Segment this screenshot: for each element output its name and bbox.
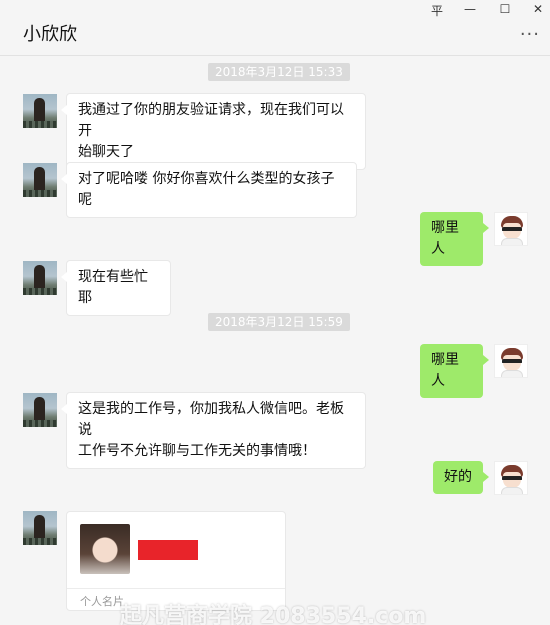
- my-avatar[interactable]: [494, 344, 528, 378]
- my-avatar[interactable]: [494, 212, 528, 246]
- avatar-glasses: [502, 476, 522, 481]
- message-bubble[interactable]: 哪里人: [420, 344, 489, 398]
- message-line: 好的: [444, 469, 472, 485]
- message-bubble[interactable]: 这是我的工作号，你加我私人微信吧。老板说 工作号不允许聊与工作无关的事情哦！: [61, 392, 366, 469]
- message-line: 现在有些忙耶: [78, 269, 148, 306]
- card-divider: [67, 588, 285, 589]
- timestamp: 2018年3月12日 15:59: [208, 313, 350, 331]
- message-line: 工作号不允许聊与工作无关的事情哦！: [78, 443, 316, 459]
- contact-avatar[interactable]: [23, 393, 57, 427]
- my-avatar[interactable]: [494, 461, 528, 495]
- redacted-name: [138, 540, 198, 560]
- maximize-icon[interactable]: ☐: [495, 2, 515, 16]
- contact-avatar[interactable]: [23, 94, 57, 128]
- message-line: 这是我的工作号，你加我私人微信吧。老板说: [78, 401, 344, 438]
- avatar-body: [501, 487, 523, 494]
- message-line: 始聊天了: [78, 144, 134, 160]
- contact-card[interactable]: 个人名片: [66, 511, 286, 611]
- more-options-icon[interactable]: ···: [520, 24, 540, 45]
- watermark: 起凡营商学院 2083554.com: [120, 604, 427, 625]
- chat-title: 小欣欣: [23, 24, 77, 45]
- contact-avatar[interactable]: [23, 511, 57, 545]
- message-line: 对了呢哈喽 你好你喜欢什么类型的女孩子呢: [78, 171, 335, 208]
- avatar-glasses: [502, 227, 522, 232]
- avatar-body: [501, 370, 523, 377]
- message-line: 哪里人: [431, 352, 459, 389]
- contact-avatar[interactable]: [23, 163, 57, 197]
- message-bubble[interactable]: 现在有些忙耶: [61, 260, 171, 316]
- title-bar: 小欣欣 平 — ☐ ✕ ···: [0, 0, 550, 56]
- message-bubble[interactable]: 对了呢哈喽 你好你喜欢什么类型的女孩子呢: [61, 162, 357, 218]
- message-line: 哪里人: [431, 220, 459, 257]
- avatar-glasses: [502, 359, 522, 364]
- close-icon[interactable]: ✕: [528, 2, 548, 16]
- minimize-icon[interactable]: —: [460, 2, 480, 16]
- message-bubble[interactable]: 哪里人: [420, 212, 489, 266]
- pin-icon[interactable]: 平: [427, 2, 447, 19]
- chat-area[interactable]: 2018年3月12日 15:33 我通过了你的朋友验证请求，现在我们可以开 始聊…: [0, 57, 550, 625]
- message-bubble[interactable]: 好的: [433, 461, 489, 494]
- timestamp: 2018年3月12日 15:33: [208, 63, 350, 81]
- card-photo: [80, 524, 130, 574]
- avatar-body: [501, 238, 523, 245]
- contact-avatar[interactable]: [23, 261, 57, 295]
- message-bubble[interactable]: 我通过了你的朋友验证请求，现在我们可以开 始聊天了: [61, 93, 366, 170]
- message-line: 我通过了你的朋友验证请求，现在我们可以开: [78, 102, 344, 139]
- card-label: 个人名片: [80, 595, 124, 608]
